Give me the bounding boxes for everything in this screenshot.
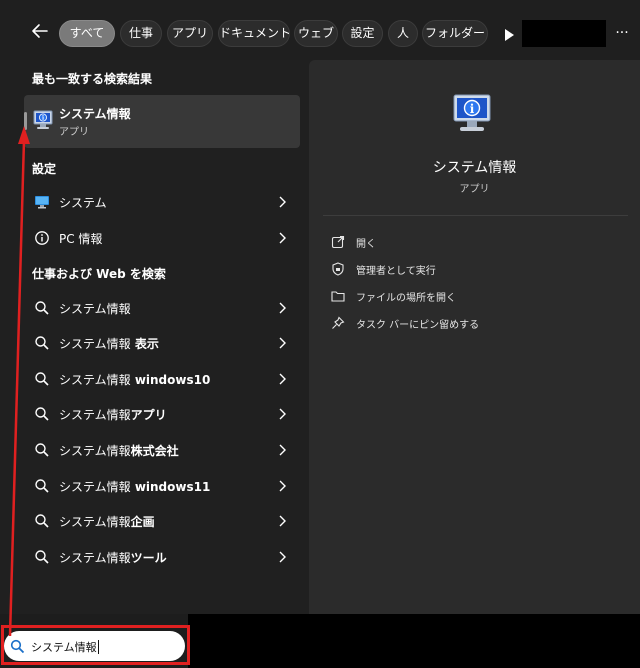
web-result-item[interactable]: システム情報アプリ (24, 397, 300, 431)
chevron-right-icon (279, 480, 286, 492)
folder-icon (331, 291, 345, 302)
web-result-item[interactable]: システム情報株式会社 (24, 433, 300, 467)
info-circle-icon (35, 231, 49, 245)
action-label: ファイルの場所を開く (356, 293, 456, 304)
play-icon (505, 29, 514, 41)
text-caret (97, 640, 99, 654)
open-external-icon (331, 235, 345, 249)
monitor-icon (35, 196, 49, 209)
web-result-item[interactable]: システム情報企画 (24, 504, 300, 538)
shield-admin-icon (332, 262, 344, 276)
filter-chip-settings[interactable]: 設定 (342, 20, 383, 47)
more-filters-button[interactable] (503, 27, 515, 41)
preview-subtitle: アプリ (459, 184, 490, 195)
action-run-as-admin[interactable]: 管理者として実行 (331, 259, 591, 281)
search-icon (35, 443, 49, 457)
arrow-left-icon (32, 24, 48, 38)
web-result-label: システム情報 windows11 (59, 480, 211, 494)
web-search-heading: 仕事および Web を検索 (32, 267, 166, 281)
svg-text:i: i (42, 116, 44, 122)
web-result-item[interactable]: システム情報 (24, 291, 300, 325)
settings-item-system[interactable]: システム (24, 185, 300, 219)
action-open-file-location[interactable]: ファイルの場所を開く (331, 286, 591, 308)
filter-chip-documents[interactable]: ドキュメント (218, 20, 290, 47)
web-result-item[interactable]: システム情報 windows10 (24, 362, 300, 396)
filter-chip-folders[interactable]: フォルダー (422, 20, 488, 47)
web-result-item[interactable]: システム情報ツール (24, 540, 300, 574)
more-options-button[interactable]: ··· (612, 22, 632, 44)
settings-item-pc-info[interactable]: PC 情報 (24, 221, 300, 255)
action-label: 開く (356, 239, 376, 250)
pin-icon (332, 316, 345, 329)
chevron-right-icon (279, 337, 286, 349)
web-result-item[interactable]: システム情報 windows11 (24, 469, 300, 503)
web-result-label: システム情報株式会社 (59, 444, 179, 458)
preview-panel: i システム情報 アプリ 開く 管理者として実行 ファイルの場所を開く タスク … (309, 60, 640, 614)
search-icon (35, 372, 49, 386)
web-result-label: システム情報ツール (59, 551, 167, 565)
settings-heading: 設定 (32, 162, 57, 176)
action-label: タスク バーにピン留めする (356, 320, 480, 331)
web-result-label: システム情報 (59, 302, 131, 316)
web-result-label: システム情報アプリ (59, 408, 167, 422)
filter-chip-apps[interactable]: アプリ (167, 20, 213, 47)
chevron-right-icon (279, 232, 286, 244)
preview-title: システム情報 (432, 160, 517, 176)
filter-chip-all[interactable]: すべて (59, 20, 115, 47)
settings-item-label: PC 情報 (59, 232, 103, 246)
best-match-result[interactable]: i システム情報 アプリ (24, 95, 300, 148)
chevron-right-icon (279, 373, 286, 385)
chevron-right-icon (279, 444, 286, 456)
redacted-area (522, 20, 606, 47)
action-pin-to-taskbar[interactable]: タスク バーにピン留めする (331, 313, 591, 335)
windows-search-window: すべて 仕事 アプリ ドキュメント ウェブ 設定 人 フォルダー ··· 最も一… (0, 0, 640, 668)
svg-text:i: i (470, 102, 475, 116)
system-information-icon: i (33, 110, 53, 129)
best-match-type: アプリ (59, 127, 89, 138)
filter-bar: すべて 仕事 アプリ ドキュメント ウェブ 設定 人 フォルダー ··· (0, 0, 640, 60)
search-icon (35, 407, 49, 421)
results-panel: 最も一致する検索結果 i システム情報 アプリ 設定 システム PC 情報 仕事… (0, 60, 308, 614)
chevron-right-icon (279, 196, 286, 208)
web-result-label: システム情報 windows10 (59, 373, 211, 387)
system-information-icon: i (453, 94, 491, 131)
search-icon (35, 336, 49, 350)
search-icon (35, 301, 49, 315)
best-match-name: システム情報 (59, 107, 131, 121)
search-icon (35, 514, 49, 528)
best-match-heading: 最も一致する検索結果 (32, 72, 153, 86)
taskbar-search-box[interactable]: システム情報 (4, 631, 185, 661)
filter-chip-people[interactable]: 人 (388, 20, 418, 47)
web-result-item[interactable]: システム情報 表示 (24, 326, 300, 360)
taskbar-black-area (188, 614, 640, 668)
filter-chip-work[interactable]: 仕事 (120, 20, 162, 47)
divider (323, 215, 628, 216)
settings-item-label: システム (59, 196, 107, 210)
chevron-right-icon (279, 302, 286, 314)
search-icon (35, 479, 49, 493)
action-label: 管理者として実行 (356, 266, 436, 277)
action-open[interactable]: 開く (331, 232, 591, 254)
chevron-right-icon (279, 515, 286, 527)
search-icon (35, 550, 49, 564)
filter-chip-web[interactable]: ウェブ (294, 20, 338, 47)
search-icon (10, 639, 25, 654)
web-result-label: システム情報 表示 (59, 337, 159, 351)
web-result-label: システム情報企画 (59, 515, 155, 529)
chevron-right-icon (279, 408, 286, 420)
chevron-right-icon (279, 551, 286, 563)
back-button[interactable] (28, 19, 52, 43)
selection-indicator (24, 112, 27, 130)
search-input[interactable]: システム情報 (31, 639, 99, 655)
